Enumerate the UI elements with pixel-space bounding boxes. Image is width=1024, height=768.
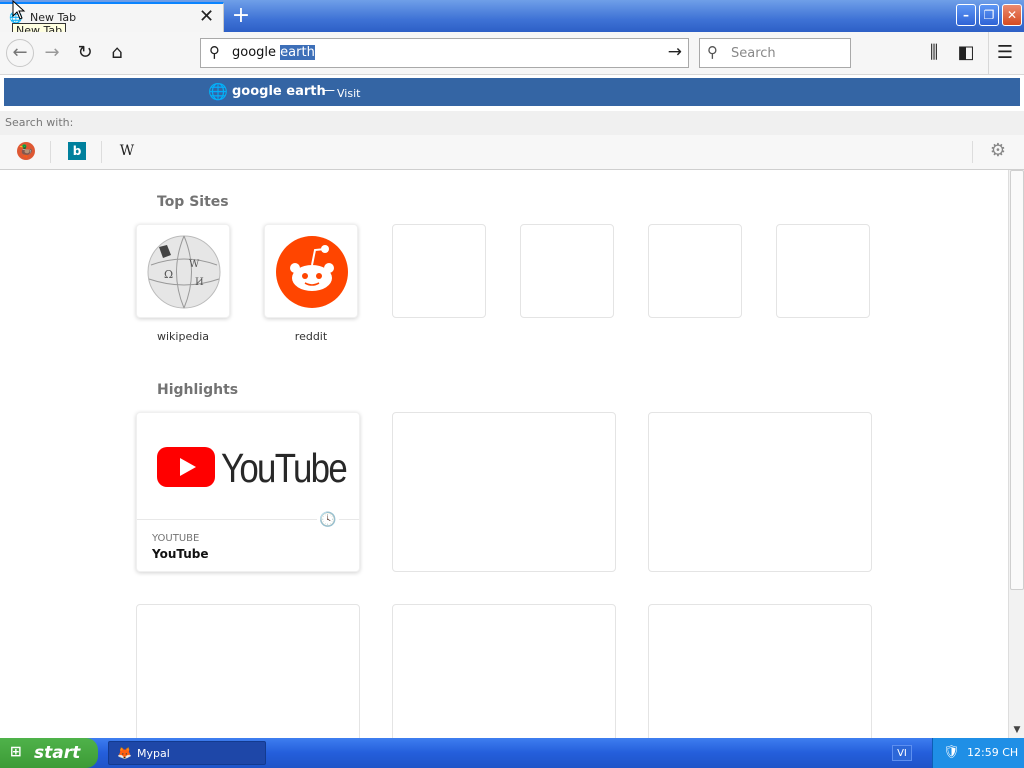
minimize-button[interactable]: – bbox=[956, 4, 976, 26]
language-indicator[interactable]: VI bbox=[892, 745, 912, 761]
search-input[interactable]: Search bbox=[731, 46, 776, 61]
suggestion-action: Visit bbox=[337, 87, 361, 100]
reload-icon[interactable]: ↻ bbox=[71, 40, 99, 66]
top-site-tile-empty[interactable] bbox=[648, 224, 742, 318]
highlight-card-empty[interactable] bbox=[648, 412, 872, 572]
suggestion-text: google earth bbox=[232, 84, 326, 99]
top-site-tile-reddit[interactable] bbox=[264, 224, 358, 318]
start-label: start bbox=[34, 743, 81, 763]
new-tab-content: Top Sites Ω W И wikipedia reddit Highlig… bbox=[0, 170, 1008, 764]
menu-icon[interactable]: ☰ bbox=[991, 40, 1019, 66]
mypal-icon: 🦊 bbox=[117, 746, 132, 760]
tab-close-icon[interactable]: ✕ bbox=[199, 6, 214, 27]
wikipedia-icon[interactable]: W bbox=[118, 142, 136, 160]
top-sites-heading: Top Sites bbox=[157, 194, 229, 210]
new-tab-button[interactable]: + bbox=[230, 3, 252, 29]
wikipedia-globe-icon: Ω W И bbox=[147, 235, 221, 309]
window-close-button[interactable]: ✕ bbox=[1002, 4, 1022, 26]
system-tray: 🛡 12:59 CH bbox=[932, 738, 1024, 768]
highlights-heading: Highlights bbox=[157, 382, 239, 398]
highlight-card-image: YouTube bbox=[137, 413, 359, 520]
scrollbar-thumb[interactable] bbox=[1010, 170, 1024, 590]
youtube-play-icon bbox=[157, 447, 215, 487]
top-site-label: reddit bbox=[294, 330, 328, 343]
engine-divider bbox=[101, 141, 102, 163]
top-site-tile-wikipedia[interactable]: Ω W И bbox=[136, 224, 230, 318]
highlight-source: YOUTUBE bbox=[152, 533, 200, 544]
security-shield-icon[interactable]: 🛡 bbox=[943, 745, 960, 760]
duckduckgo-icon[interactable]: 🦆 bbox=[17, 142, 35, 160]
search-bar[interactable]: ⚲ Search bbox=[699, 38, 851, 68]
mouse-cursor-icon bbox=[12, 0, 26, 20]
back-arrow-icon[interactable]: ← bbox=[6, 39, 34, 67]
vertical-scrollbar[interactable]: ▼ bbox=[1008, 170, 1024, 738]
engine-divider bbox=[50, 141, 51, 163]
url-autocomplete-selection: earth bbox=[280, 45, 315, 60]
top-site-label: wikipedia bbox=[156, 330, 209, 343]
globe-icon: 🌐 bbox=[208, 82, 228, 101]
windows-flag-icon: ⊞ bbox=[10, 744, 22, 760]
svg-text:Ω: Ω bbox=[164, 268, 173, 281]
highlight-card-youtube[interactable]: YouTube 🕓 YOUTUBE YouTube bbox=[136, 412, 360, 572]
search-with-bar: Search with: bbox=[0, 111, 1024, 136]
search-with-label: Search with: bbox=[5, 116, 74, 129]
bing-icon[interactable]: b bbox=[68, 142, 86, 160]
home-icon[interactable]: ⌂ bbox=[103, 40, 131, 66]
clock[interactable]: 12:59 CH bbox=[967, 746, 1018, 759]
reddit-logo-icon bbox=[276, 236, 348, 308]
start-button[interactable]: ⊞ start bbox=[0, 738, 98, 768]
scroll-down-arrow-icon[interactable]: ▼ bbox=[1010, 722, 1024, 738]
top-site-tile-empty[interactable] bbox=[776, 224, 870, 318]
engine-divider bbox=[972, 141, 973, 163]
svg-text:И: И bbox=[195, 277, 204, 288]
top-site-tile-empty[interactable] bbox=[392, 224, 486, 318]
url-suggestion-row[interactable]: 🌐 google earth — Visit bbox=[4, 78, 1020, 106]
top-site-tile-empty[interactable] bbox=[520, 224, 614, 318]
toolbar-divider bbox=[988, 32, 989, 74]
go-arrow-icon[interactable]: → bbox=[668, 42, 682, 62]
url-bar[interactable]: ⚲ google earth → bbox=[200, 38, 689, 68]
youtube-logo-text: YouTube bbox=[221, 445, 348, 491]
url-typed-text: google bbox=[232, 45, 281, 60]
sidebar-icon[interactable]: ◧ bbox=[952, 40, 980, 66]
search-engines-row: 🦆 b W ⚙ bbox=[0, 135, 1024, 170]
library-icon[interactable]: ⫼ bbox=[920, 40, 948, 66]
suggestion-separator: — bbox=[322, 83, 335, 98]
forward-arrow-icon[interactable]: → bbox=[38, 40, 66, 66]
highlight-title: YouTube bbox=[152, 547, 209, 561]
taskbar-item-label: Mypal bbox=[137, 747, 170, 760]
url-input[interactable]: google earth bbox=[232, 45, 315, 60]
taskbar-item-mypal[interactable]: 🦊 Mypal bbox=[108, 741, 266, 765]
restore-button[interactable]: ❐ bbox=[979, 4, 999, 26]
svg-text:W: W bbox=[189, 259, 200, 270]
gear-icon[interactable]: ⚙ bbox=[989, 142, 1007, 160]
highlight-card-empty[interactable] bbox=[392, 412, 616, 572]
search-icon: ⚲ bbox=[707, 43, 718, 61]
search-icon: ⚲ bbox=[209, 43, 220, 61]
clock-icon: 🕓 bbox=[317, 509, 339, 531]
